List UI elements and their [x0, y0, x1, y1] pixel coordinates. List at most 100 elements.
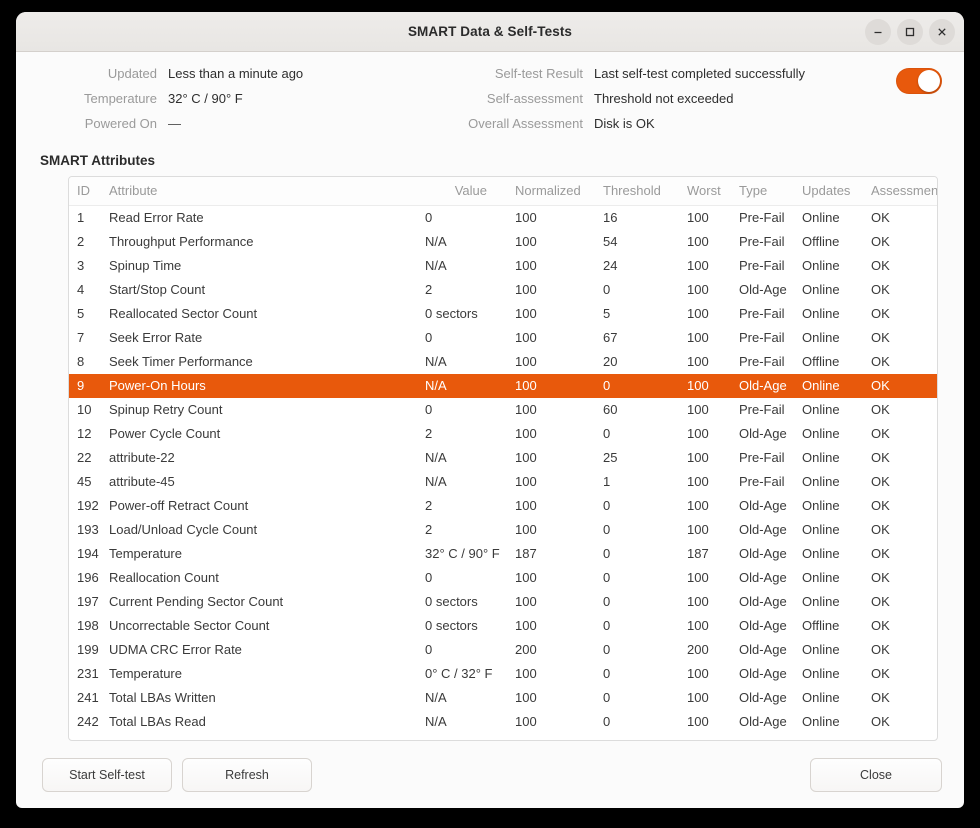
cell-threshold: 0: [603, 545, 611, 561]
cell-type: Old-Age: [739, 665, 787, 681]
cell-threshold: 0: [603, 281, 611, 297]
cell-value: 2: [425, 281, 433, 297]
cell-assessment: OK: [871, 209, 890, 225]
table-row[interactable]: 1 Read Error Rate 0 100 16 100 Pre-Fail Online O…: [69, 206, 937, 230]
cell-worst: 100: [687, 377, 709, 393]
smart-attributes-table-wrap[interactable]: ID Attribute Value Normalized Threshold …: [68, 176, 938, 741]
column-header-assessment[interactable]: Assessment: [871, 177, 937, 206]
cell-value: 2: [425, 521, 433, 537]
cell-normalized: 100: [515, 665, 537, 681]
table-row[interactable]: 194 Temperature 32° C / 90° F 187 0 187 Old-Ag…: [69, 542, 937, 566]
cell-threshold: 25: [603, 449, 618, 465]
self-assessment-label: Self-assessment: [486, 91, 583, 106]
table-row[interactable]: 9 Power-On Hours N/A 100 0 100 Old-Age Online OK: [69, 373, 937, 398]
cell-id: 196: [77, 569, 99, 585]
cell-worst: 100: [687, 401, 709, 417]
cell-normalized: 187: [515, 545, 537, 561]
table-row[interactable]: 7 Seek Error Rate 0 100 67 100 Pre-Fail Online O…: [69, 326, 937, 350]
table-row[interactable]: 198 Uncorrectable Sector Count 0 sectors 10…: [69, 614, 937, 638]
cell-type: Old-Age: [739, 713, 787, 729]
cell-updates: Online: [802, 665, 840, 681]
cell-id: 7: [77, 329, 85, 345]
table-row[interactable]: 10 Spinup Retry Count 0 100 60 100 Pre-Fail Onl…: [69, 398, 937, 422]
cell-worst: 100: [687, 449, 709, 465]
table-row[interactable]: 197 Current Pending Sector Count 0 sectors…: [69, 590, 937, 614]
cell-threshold: 0: [603, 713, 611, 729]
cell-worst: 100: [687, 569, 709, 585]
cell-normalized: 100: [515, 209, 537, 225]
column-header-normalized[interactable]: Normalized: [515, 177, 603, 206]
cell-worst: 100: [687, 257, 709, 273]
cell-value: 32° C / 90° F: [425, 545, 500, 561]
cell-id: 9: [77, 377, 85, 393]
cell-assessment: OK: [871, 569, 890, 585]
summary-row-temperature: Temperature 32° C / 90° F: [46, 91, 436, 116]
start-self-test-button[interactable]: Start Self-test: [42, 758, 172, 792]
table-row[interactable]: 196 Reallocation Count 0 100 0 100 Old-Age Onli…: [69, 566, 937, 590]
close-dialog-button[interactable]: Close: [810, 758, 942, 792]
cell-normalized: 100: [515, 497, 537, 513]
refresh-button[interactable]: Refresh: [182, 758, 312, 792]
cell-value: 2: [425, 425, 433, 441]
table-row[interactable]: 22 attribute-22 N/A 100 25 100 Pre-Fail Online O…: [69, 446, 937, 470]
cell-attribute: Read Error Rate: [109, 209, 204, 225]
table-row[interactable]: 242 Total LBAs Read N/A 100 0 100 Old-Age Onlin…: [69, 710, 937, 734]
cell-updates: Online: [802, 545, 840, 561]
cell-worst: 100: [687, 281, 709, 297]
cell-id: 8: [77, 353, 85, 369]
cell-updates: Online: [802, 569, 840, 585]
table-row[interactable]: 12 Power Cycle Count 2 100 0 100 Old-Age Online…: [69, 422, 937, 446]
table-row[interactable]: 192 Power-off Retract Count 2 100 0 100 Old-Ag…: [69, 494, 937, 518]
table-row[interactable]: 231 Temperature 0° C / 32° F 100 0 100 Old-Age…: [69, 662, 937, 686]
table-row[interactable]: 193 Load/Unload Cycle Count 2 100 0 100 Old-Ag…: [69, 518, 937, 542]
cell-updates: Online: [802, 593, 840, 609]
table-row[interactable]: 8 Seek Timer Performance N/A 100 20 100 Pre-Fa…: [69, 350, 937, 374]
cell-worst: 100: [687, 209, 709, 225]
table-row[interactable]: 45 attribute-45 N/A 100 1 100 Pre-Fail Online OK: [69, 470, 937, 494]
cell-value: N/A: [425, 353, 447, 369]
column-header-type[interactable]: Type: [739, 177, 802, 206]
cell-threshold: 1: [603, 473, 611, 489]
cell-normalized: 200: [515, 641, 537, 657]
cell-normalized: 100: [515, 425, 537, 441]
cell-attribute: Load/Unload Cycle Count: [109, 521, 258, 537]
updated-label: Updated: [107, 66, 157, 81]
cell-type: Old-Age: [739, 281, 787, 297]
cell-id: 45: [77, 473, 92, 489]
cell-attribute: Throughput Performance: [109, 233, 254, 249]
cell-value: N/A: [425, 713, 447, 729]
column-header-threshold[interactable]: Threshold: [603, 177, 687, 206]
cell-normalized: 100: [515, 329, 537, 345]
cell-threshold: 0: [603, 497, 611, 513]
close-button[interactable]: [929, 19, 955, 45]
column-header-attribute[interactable]: Attribute: [109, 177, 425, 206]
cell-worst: 100: [687, 353, 709, 369]
minimize-button[interactable]: [865, 19, 891, 45]
table-row[interactable]: 241 Total LBAs Written N/A 100 0 100 Old-Age On…: [69, 686, 937, 710]
temperature-label: Temperature: [84, 91, 157, 106]
cell-id: 12: [77, 425, 92, 441]
cell-value: 0 sectors: [425, 617, 478, 633]
table-row[interactable]: 3 Spinup Time N/A 100 24 100 Pre-Fail Online OK: [69, 254, 937, 278]
maximize-button[interactable]: [897, 19, 923, 45]
cell-worst: 100: [687, 233, 709, 249]
cell-assessment: OK: [871, 473, 890, 489]
cell-type: Old-Age: [739, 425, 787, 441]
column-header-value[interactable]: Value: [425, 177, 515, 206]
cell-value: 0 sectors: [425, 305, 478, 321]
cell-worst: 100: [687, 329, 709, 345]
cell-id: 5: [77, 305, 85, 321]
cell-id: 3: [77, 257, 85, 273]
column-header-worst[interactable]: Worst: [687, 177, 739, 206]
cell-id: 197: [77, 593, 99, 609]
column-header-updates[interactable]: Updates: [802, 177, 871, 206]
table-row[interactable]: 199 UDMA CRC Error Rate 0 200 0 200 Old-Age Onl…: [69, 638, 937, 662]
smart-enabled-toggle[interactable]: [896, 68, 942, 94]
table-row[interactable]: 2 Throughput Performance N/A 100 54 100 Pre-Fa…: [69, 230, 937, 254]
table-row[interactable]: 5 Reallocated Sector Count 0 sectors 100 5 10…: [69, 302, 937, 326]
cell-type: Pre-Fail: [739, 233, 785, 249]
table-row[interactable]: 4 Start/Stop Count 2 100 0 100 Old-Age Online OK: [69, 278, 937, 302]
summary-row-overall-assessment: Overall Assessment Disk is OK: [436, 116, 836, 141]
column-header-id[interactable]: ID: [69, 177, 109, 206]
cell-normalized: 100: [515, 353, 537, 369]
